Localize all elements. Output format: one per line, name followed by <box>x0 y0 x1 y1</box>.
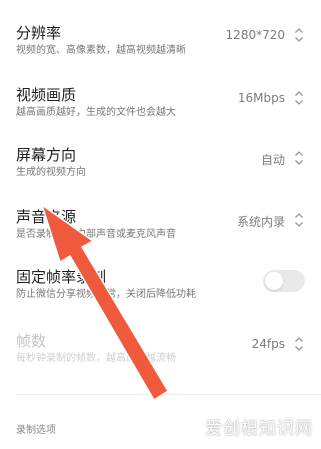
setting-resolution[interactable]: 分辨率 视频的宽、高像素数，越高视频越清晰 1280*720 <box>0 0 321 66</box>
setting-screen-orientation[interactable]: 屏幕方向 生成的视频方向 自动 <box>0 132 321 190</box>
setting-value: 系统内录 <box>236 215 285 229</box>
chevron-up-down-icon <box>295 213 303 227</box>
setting-desc: 是否录制系统内部声音或麦克风声音 <box>16 229 176 240</box>
setting-title: 固定帧率录制 <box>16 268 107 286</box>
setting-desc: 越高画质越好，生成的文件也会越大 <box>16 107 176 118</box>
section-divider <box>16 394 321 395</box>
setting-value: 自动 <box>260 153 285 167</box>
setting-desc: 每秒钟录制的帧数，越高画面越流畅 <box>16 353 176 364</box>
setting-value: 24fps <box>251 337 285 351</box>
setting-desc: 生成的视频方向 <box>16 167 86 178</box>
setting-title: 视频画质 <box>16 86 77 104</box>
setting-desc: 视频的宽、高像素数，越高视频越清晰 <box>16 45 186 56</box>
setting-fixed-framerate: 固定帧率录制 防止微信分享视频异常，关闭后降低功耗 <box>0 250 321 310</box>
chevron-up-down-icon <box>295 28 303 42</box>
setting-desc: 防止微信分享视频异常，关闭后降低功耗 <box>16 289 196 300</box>
chevron-up-down-icon <box>295 337 303 351</box>
setting-title: 帧数 <box>16 332 47 350</box>
recording-options-header: 录制选项 <box>16 425 56 436</box>
setting-frame-rate: 帧数 每秒钟录制的帧数，越高画面越流畅 24fps <box>0 310 321 382</box>
chevron-up-down-icon <box>295 151 303 165</box>
chevron-up-down-icon <box>295 91 303 105</box>
toggle-knob <box>265 272 283 290</box>
setting-title: 声音来源 <box>16 208 77 226</box>
setting-value: 1280*720 <box>225 28 285 42</box>
setting-title: 分辨率 <box>16 24 62 42</box>
setting-video-quality[interactable]: 视频画质 越高画质越好，生成的文件也会越大 16Mbps <box>0 66 321 132</box>
watermark: 爱创根知识网 <box>205 419 313 439</box>
fixed-framerate-toggle[interactable] <box>263 270 305 292</box>
setting-title: 屏幕方向 <box>16 146 77 164</box>
setting-audio-source[interactable]: 声音来源 是否录制系统内部声音或麦克风声音 系统内录 <box>0 190 321 250</box>
setting-value: 16Mbps <box>237 91 285 105</box>
